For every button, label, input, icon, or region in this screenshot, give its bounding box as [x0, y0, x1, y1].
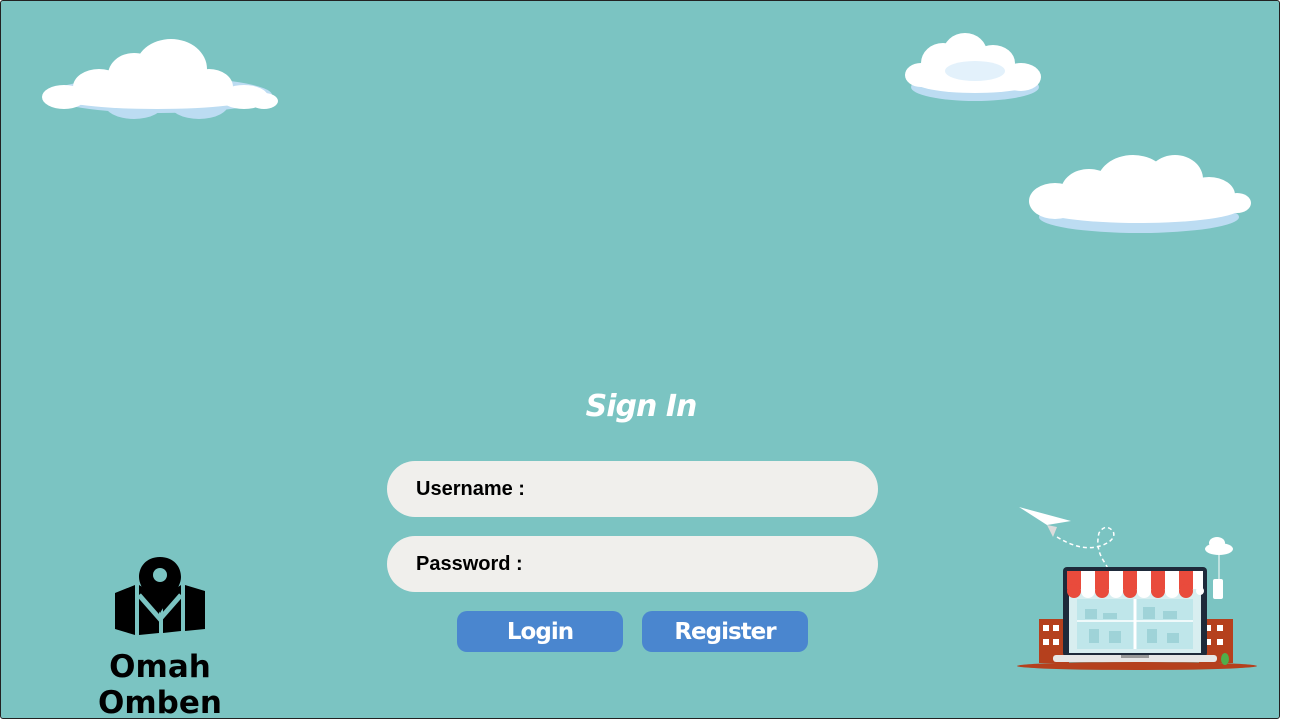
- map-pin-icon: [115, 557, 205, 635]
- password-field[interactable]: Password :: [387, 535, 878, 593]
- login-screen: Sign In Username : Password : Login Regi…: [0, 0, 1280, 719]
- register-button[interactable]: Register: [642, 611, 808, 652]
- signin-title: Sign In: [585, 389, 698, 424]
- brand-name: Omah Omben: [98, 649, 222, 719]
- username-field[interactable]: Username :: [387, 460, 878, 518]
- cloud-top-right: [905, 33, 1041, 101]
- password-input[interactable]: [528, 535, 854, 593]
- cloud-top-left: [42, 39, 278, 119]
- online-shop-illustration: [1017, 507, 1257, 670]
- cloud-right: [1029, 155, 1251, 233]
- username-label: Username :: [416, 477, 525, 500]
- login-button[interactable]: Login: [457, 611, 623, 652]
- password-label: Password :: [416, 552, 523, 575]
- username-input[interactable]: [530, 460, 854, 518]
